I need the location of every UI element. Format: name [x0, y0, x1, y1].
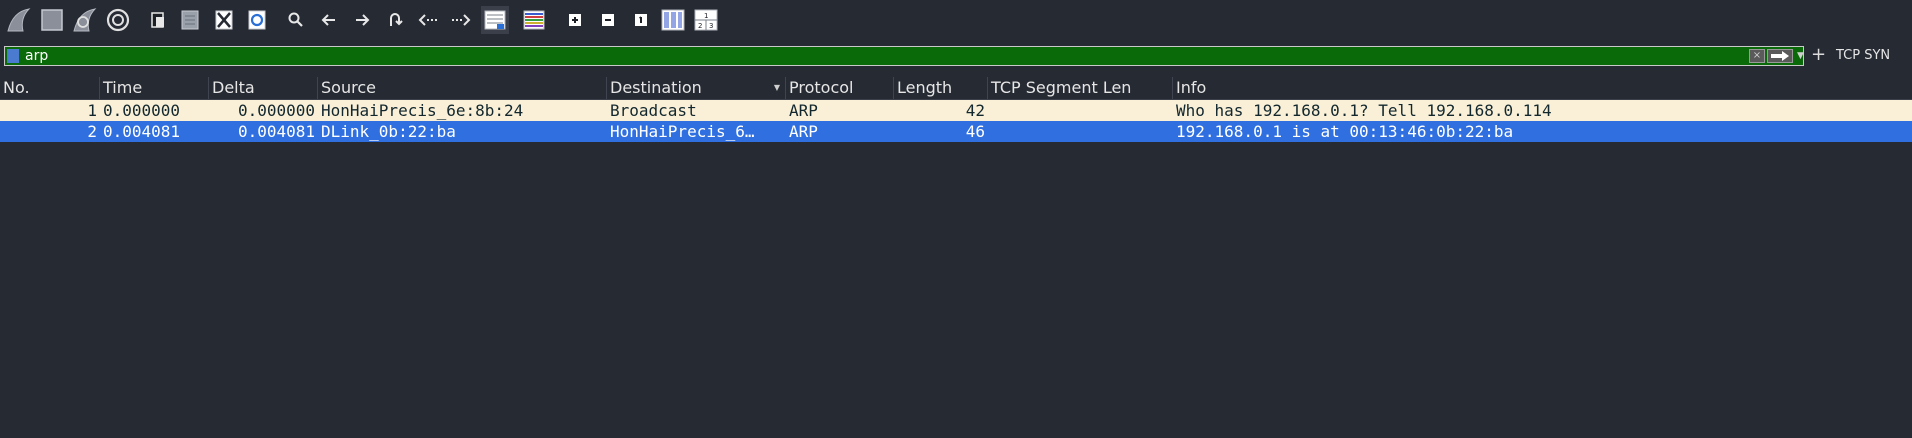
go-to-packet-button[interactable] [381, 6, 409, 34]
columns-numbered-icon: 12 3 [694, 9, 718, 31]
autoscroll-button[interactable] [481, 6, 509, 34]
table-row-selected[interactable]: 2 0.004081 0.004081 DLink_0b:22:ba HonHa… [0, 121, 1912, 142]
zoom-in-button[interactable] [561, 6, 589, 34]
column-header-protocol[interactable]: Protocol [786, 77, 894, 99]
add-filter-button[interactable]: + [1811, 45, 1826, 65]
colorize-button[interactable] [520, 6, 548, 34]
close-file-button[interactable] [210, 6, 238, 34]
clear-filter-icon[interactable]: × [1749, 49, 1765, 63]
display-filter-bar: arp × ▼ + TCP SYN [0, 44, 1912, 68]
find-packet-button[interactable] [282, 6, 310, 34]
cell-source: HonHaiPrecis_6e:8b:24 [321, 101, 524, 120]
start-capture-button[interactable] [4, 6, 32, 34]
column-header-delta[interactable]: Delta [209, 77, 318, 99]
cell-time: 0.000000 [103, 101, 181, 120]
column-header-tcp-segment-len[interactable]: TCP Segment Len [988, 77, 1173, 99]
zoom-out-button[interactable] [594, 6, 622, 34]
cell-tcp-segment-len [988, 121, 1173, 142]
resize-columns-icon [661, 9, 685, 31]
resize-columns-2-button[interactable]: 123 [692, 6, 720, 34]
go-first-packet-button[interactable] [414, 6, 442, 34]
cell-length: 46 [965, 122, 985, 141]
first-packet-icon [418, 14, 437, 26]
arrow-left-icon [321, 14, 335, 26]
display-filter-value[interactable]: arp [25, 47, 48, 65]
cell-protocol: ARP [789, 122, 818, 141]
svg-text:2: 2 [698, 22, 702, 30]
normal-size-button[interactable] [627, 6, 655, 34]
cell-no: 1 [87, 101, 97, 120]
saved-filter-button[interactable]: TCP SYN [1836, 48, 1890, 63]
cell-info: Who has 192.168.0.1? Tell 192.168.0.114 [1176, 101, 1552, 120]
go-forward-button[interactable] [348, 6, 376, 34]
column-header-no[interactable]: No. [0, 77, 100, 99]
open-file-icon [151, 12, 164, 28]
sort-descending-icon: ▼ [773, 83, 780, 92]
cell-source: DLink_0b:22:ba [321, 122, 456, 141]
normal-size-icon [635, 14, 647, 26]
save-file-button[interactable] [176, 6, 204, 34]
column-header-info[interactable]: Info [1173, 77, 1912, 99]
main-toolbar: 123 [0, 0, 1912, 40]
cell-delta: 0.004081 [237, 122, 315, 141]
bookmark-icon[interactable] [7, 49, 19, 63]
cell-no: 2 [87, 122, 97, 141]
column-header-length[interactable]: Length [894, 77, 988, 99]
close-file-icon [215, 10, 233, 30]
column-header-time[interactable]: Time [100, 77, 209, 99]
cell-destination: HonHaiPrecis_6… [610, 122, 755, 141]
last-packet-icon [452, 14, 471, 26]
column-header-destination[interactable]: Destination ▼ [607, 77, 786, 99]
resize-columns-button[interactable] [659, 6, 687, 34]
shark-restart-icon [73, 8, 97, 32]
table-row[interactable]: 1 0.000000 0.000000 HonHaiPrecis_6e:8b:2… [0, 100, 1912, 121]
shark-fin-icon [7, 8, 31, 32]
stop-capture-button[interactable] [38, 6, 66, 34]
filter-history-dropdown-icon[interactable]: ▼ [1797, 51, 1804, 61]
zoom-in-icon [569, 14, 581, 26]
search-icon [288, 12, 303, 27]
reload-file-button[interactable] [243, 6, 271, 34]
packet-list-header: No. Time Delta Source Destination ▼ Prot… [0, 77, 1912, 100]
cell-delta: 0.000000 [237, 101, 315, 120]
save-file-icon [181, 10, 199, 30]
apply-filter-button[interactable] [1767, 49, 1793, 63]
gear-icon [106, 8, 130, 32]
arrow-right-icon [356, 14, 370, 26]
go-back-button[interactable] [315, 6, 343, 34]
open-file-button[interactable] [144, 6, 172, 34]
cell-protocol: ARP [789, 101, 818, 120]
restart-capture-button[interactable] [70, 6, 98, 34]
arrow-right-icon [1771, 51, 1789, 61]
column-header-source[interactable]: Source [318, 77, 607, 99]
colorize-icon [523, 10, 545, 30]
cell-tcp-segment-len [988, 100, 1173, 121]
zoom-out-icon [602, 14, 614, 26]
reload-icon [248, 10, 266, 30]
go-last-packet-button[interactable] [447, 6, 475, 34]
column-header-destination-label: Destination [610, 78, 702, 97]
capture-options-button[interactable] [104, 6, 132, 34]
stop-square-icon [41, 9, 63, 31]
autoscroll-icon [484, 10, 506, 30]
display-filter-input[interactable]: arp × ▼ [4, 46, 1804, 66]
cell-destination: Broadcast [610, 101, 697, 120]
cell-time: 0.004081 [103, 122, 181, 141]
svg-text:1: 1 [704, 12, 708, 20]
jump-icon [390, 13, 403, 26]
cell-info: 192.168.0.1 is at 00:13:46:0b:22:ba [1176, 122, 1514, 141]
packet-list-empty-area[interactable] [0, 142, 1912, 438]
svg-text:3: 3 [709, 22, 713, 30]
cell-length: 42 [965, 101, 985, 120]
